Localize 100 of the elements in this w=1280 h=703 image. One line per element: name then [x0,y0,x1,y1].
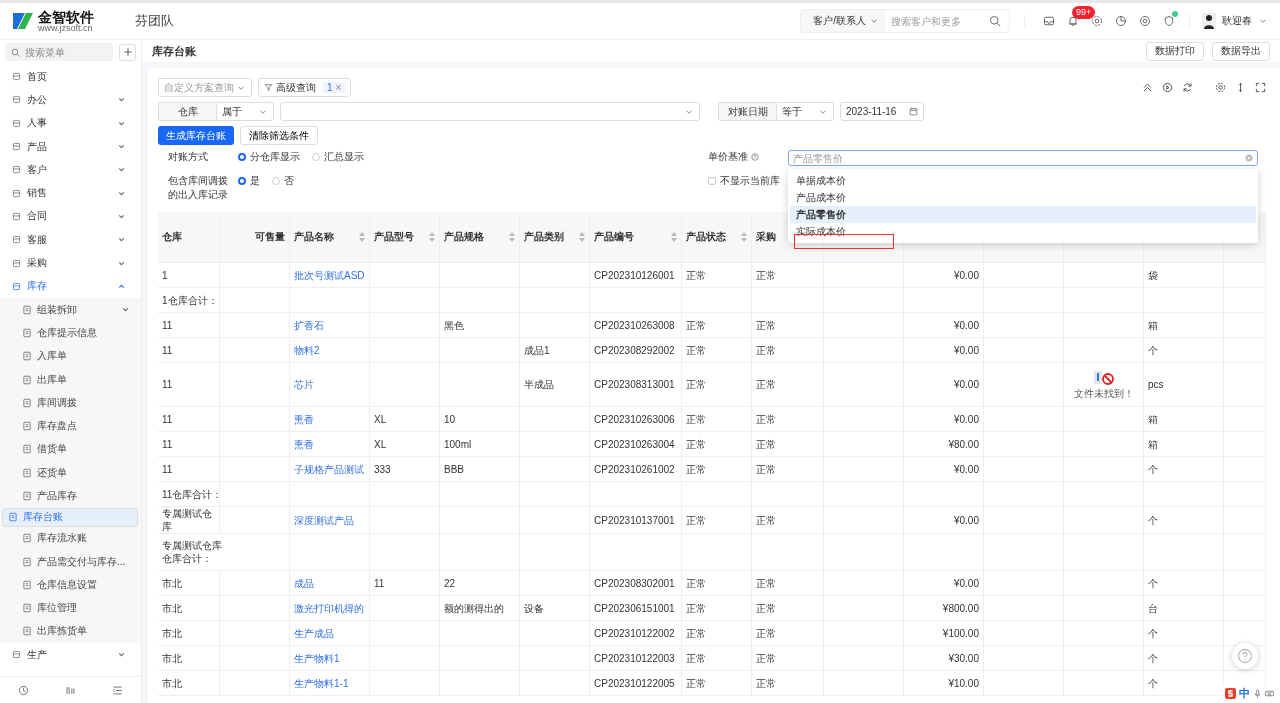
inbox-button[interactable] [1043,15,1055,27]
sort-icon[interactable] [671,232,677,242]
sort-icon[interactable] [509,232,515,242]
table-cell: 正常 [686,626,706,640]
clear-filters-button[interactable]: 清除筛选条件 [240,126,318,145]
submenu-item[interactable]: 产品库存 [2,484,138,508]
submenu-item[interactable]: 产品需交付与库存... [2,549,138,574]
help-icon [1237,648,1253,664]
product-link[interactable]: 成品 [294,576,314,590]
submenu-item[interactable]: 入库单 [2,344,138,368]
table-cell: 正常 [756,343,776,357]
sidebar-item[interactable]: 办公 [0,88,141,112]
hide-stock-checkbox[interactable]: 不显示当前库 [708,174,780,188]
submenu-item[interactable]: 仓库提示信息 [2,321,138,345]
chart-button[interactable] [1115,15,1127,27]
menu-item-icon [12,118,21,128]
table-cell: CP202308302001 [594,576,675,590]
mode-radio[interactable]: 分仓库显示 [238,150,300,164]
sidebar-item[interactable]: 销售 [0,181,141,205]
add-button[interactable] [119,43,136,61]
submenu-item[interactable]: 库间调拨 [2,391,138,415]
product-link[interactable]: 芯片 [294,378,314,391]
submenu-item[interactable]: 出库单 [2,367,138,392]
product-link[interactable]: 熏香 [294,412,314,426]
filter-count-tag[interactable]: 1 × [323,82,346,93]
ime-logo-icon[interactable] [1225,688,1236,699]
toolbar-button[interactable]: 数据导出 [1212,41,1270,61]
table-cell: 箱 [1148,437,1158,451]
submenu-item[interactable]: 还货单 [2,461,138,485]
date-field[interactable]: 2023-11-16 [840,102,924,121]
sort-icon[interactable] [429,232,435,242]
bell-icon [1067,15,1079,27]
submenu-item[interactable]: 组装拆卸 [2,297,138,322]
transfer-radio[interactable]: 否 [272,174,294,188]
operator-select[interactable]: 属于 [216,102,274,121]
toolbar-button[interactable]: 数据打印 [1146,41,1204,61]
table-cell: 箱 [1148,412,1158,426]
table-cell: 半成品 [524,378,554,391]
table-cell: ¥0.00 [953,462,979,476]
transfer-radio[interactable]: 是 [238,174,260,188]
mode-radio[interactable]: 汇总显示 [312,150,364,164]
document-icon [22,351,32,362]
table-cell: BBB [444,462,464,476]
generate-button[interactable]: 生成库存台账 [158,126,234,145]
menu-item-icon [12,72,21,82]
price-basis-field[interactable]: 产品零售价 [788,150,1258,166]
menu-item-icon [12,281,21,291]
table-cell: CP202306151001 [594,601,675,615]
menu-search-box[interactable]: 搜索菜单 [5,43,114,61]
sort-icon[interactable] [579,232,585,242]
product-link[interactable]: 深度测试产品 [294,513,354,527]
logo-url: www.jzsoft.cn [38,23,93,33]
menu-item-icon [12,211,21,221]
product-link[interactable]: 激光打印机得的 [294,601,364,615]
sort-icon[interactable] [741,232,747,242]
product-link[interactable]: 熏香 [294,437,314,451]
submenu-item[interactable]: 库存流水账 [2,526,138,550]
sidebar-item[interactable]: 合同 [0,204,141,229]
dropdown-option[interactable]: 产品零售价 [790,206,1256,223]
condition-value-select[interactable] [280,102,700,121]
dropdown-option[interactable]: 产品成本价 [790,189,1256,206]
product-link[interactable]: 生产成品 [294,626,334,640]
user-name[interactable]: 耿迎春 [1222,14,1252,28]
table-cell: CP202310122003 [594,651,675,665]
notification-button[interactable] [1067,15,1079,27]
sort-icon[interactable] [359,232,365,242]
avatar-icon[interactable] [1202,13,1216,29]
dropdown-option[interactable]: 单据成本价 [790,172,1256,189]
plus-icon [122,47,133,57]
sidebar-item[interactable]: 客服 [0,228,141,252]
table-cell: CP202310263004 [594,437,675,451]
sidebar-item[interactable]: 生产 [0,643,141,667]
advanced-query-button[interactable]: 高级查询 1 × [258,78,352,97]
sidebar-item[interactable]: 采购 [0,251,141,275]
submenu-item[interactable]: 出库拣货单 [2,619,138,644]
settings-button[interactable] [1091,15,1103,27]
table-cell: CP202310122005 [594,676,675,690]
product-link[interactable]: 物料2 [294,343,320,357]
product-link[interactable]: 批次号测试ASD [294,268,365,282]
product-link[interactable]: 扩香石 [294,318,324,332]
circle-button[interactable] [1139,15,1151,27]
sidebar-item[interactable]: 首页 [0,65,141,89]
help-button[interactable] [1232,643,1258,669]
operator-select[interactable]: 等于 [776,102,834,121]
sidebar-item[interactable]: 产品 [0,134,141,159]
table-cell: CP202310263006 [594,412,675,426]
table-cell: 正常 [756,437,776,451]
sidebar-item[interactable]: 客户 [0,158,141,182]
submenu-item[interactable]: 借货单 [2,437,138,462]
product-link[interactable]: 生产物料1 [294,651,340,665]
submenu-item[interactable]: 库存台账 [2,507,138,527]
submenu-item[interactable]: 库存盘点 [2,414,138,438]
product-link[interactable]: 子规格产品测试 [294,462,364,476]
submenu-item[interactable]: 库位管理 [2,596,138,620]
document-icon [22,304,32,315]
submenu-item[interactable]: 仓库信息设置 [2,573,138,597]
sidebar-item[interactable]: 人事 [0,111,141,135]
menu-search-field[interactable]: 搜索菜单 [23,45,111,59]
product-link[interactable]: 生产物料1-1 [294,676,349,690]
sidebar-item[interactable]: 库存 [0,274,141,298]
